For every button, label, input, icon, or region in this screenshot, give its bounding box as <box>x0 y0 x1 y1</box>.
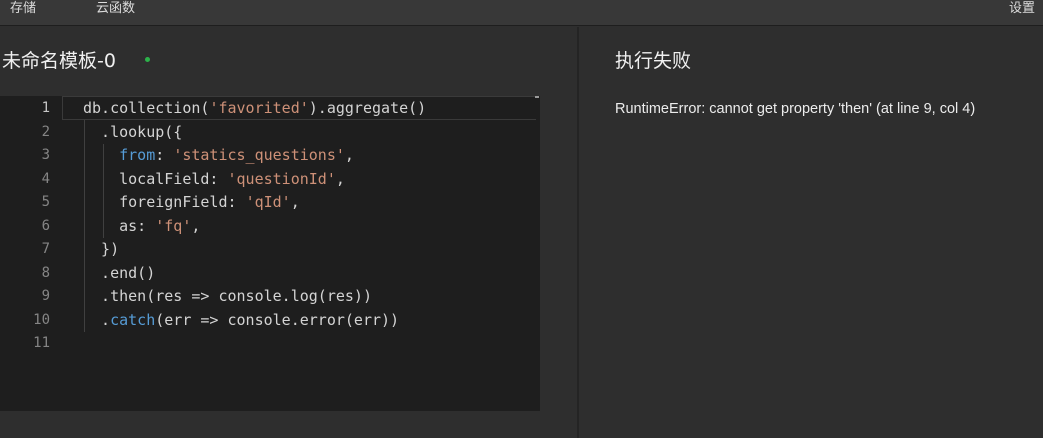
code-line[interactable]: 9 .then(res => console.log(res)) <box>0 285 540 309</box>
code-line[interactable]: 5 foreignField: 'qId', <box>0 191 540 215</box>
string-literal: 'questionId' <box>227 169 336 188</box>
line-number: 9 <box>41 288 50 304</box>
line-number: 2 <box>41 123 50 140</box>
line-number: 1 <box>41 100 50 116</box>
code-text: from: 'statics_questions', <box>119 146 354 164</box>
line-number: 7 <box>41 241 50 257</box>
keyword-token: catch <box>110 310 156 329</box>
code-line[interactable]: 6 as: 'fq', <box>0 215 540 239</box>
code-text: .then(res => console.log(res)) <box>83 287 372 305</box>
code-line[interactable]: 8 .end() <box>0 262 540 286</box>
code-line[interactable]: 7 }) <box>0 238 540 262</box>
tab-cloud-functions[interactable]: 云函数 <box>96 0 135 18</box>
code-line[interactable]: 3 from: 'statics_questions', <box>0 144 540 168</box>
code-editor[interactable]: 1 db.collection('favorited').aggregate() 2… <box>0 96 540 411</box>
code-text: .end() <box>83 263 156 282</box>
result-title: 执行失败 <box>615 50 692 72</box>
line-number: 11 <box>33 335 50 351</box>
code-line[interactable]: 11 <box>0 332 540 356</box>
string-literal: 'favorited' <box>209 99 309 117</box>
line-number: 6 <box>41 217 50 234</box>
line-number: 10 <box>33 311 50 328</box>
code-text: db.collection('favorited').aggregate() <box>83 99 427 117</box>
code-text: foreignField: 'qId', <box>83 193 300 211</box>
code-line[interactable]: 1 db.collection('favorited').aggregate() <box>0 97 540 121</box>
code-text: localField: 'questionId', <box>83 169 345 188</box>
result-panel <box>579 27 1043 438</box>
tab-storage[interactable]: 存储 <box>10 0 36 18</box>
code-text: }) <box>83 240 120 258</box>
code-text: as: 'fq', <box>83 216 201 235</box>
top-toolbar: 存储 云函数 设置 <box>0 0 1043 26</box>
line-number: 4 <box>41 170 50 187</box>
settings-button[interactable]: 设置 <box>1009 0 1035 18</box>
code-line[interactable]: 4 localField: 'questionId', <box>0 168 540 192</box>
template-title[interactable]: 未命名模板-0 <box>2 46 116 73</box>
string-literal: 'statics_questions' <box>173 146 345 164</box>
keyword-token: from <box>119 146 156 164</box>
line-number: 8 <box>41 264 50 281</box>
string-literal: 'qId' <box>245 193 291 211</box>
code-line[interactable]: 10 .catch(err => console.error(err)) <box>0 309 540 333</box>
code-text: .lookup({ <box>83 122 183 141</box>
status-indicator-dot <box>145 57 150 62</box>
code-text: .catch(err => console.error(err)) <box>83 310 400 329</box>
string-literal: 'fq' <box>155 216 192 235</box>
code-line[interactable]: 2 .lookup({ <box>0 121 540 145</box>
line-number: 5 <box>41 194 50 210</box>
line-number: 3 <box>41 147 50 163</box>
error-message: RuntimeError: cannot get property 'then'… <box>615 101 976 117</box>
